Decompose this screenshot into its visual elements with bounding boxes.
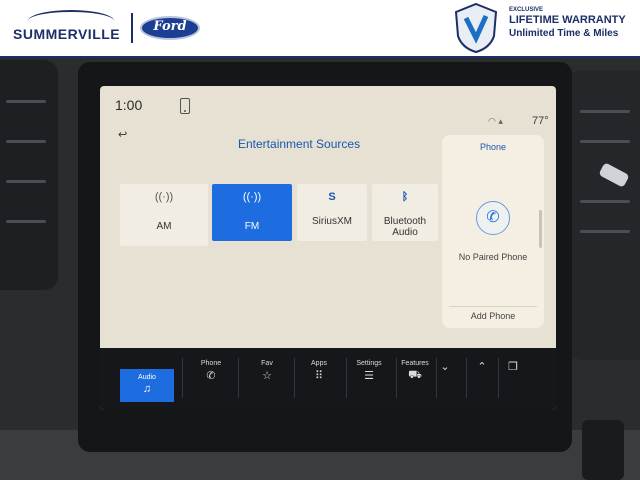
nav-label: Audio — [138, 374, 156, 381]
warranty-exclusive: EXCLUSIVE — [509, 7, 544, 13]
nav-expand[interactable]: ⌃ — [464, 356, 500, 402]
windows-icon: ❐ — [508, 361, 518, 373]
vent-slat — [6, 180, 46, 183]
scrollbar[interactable] — [539, 210, 542, 248]
status-time: 1:00 — [115, 97, 143, 113]
vent-slat — [580, 230, 630, 233]
bottom-nav: Audio ♫ Phone ✆ Fav ☆ Apps ⠿ Settings ☰ … — [100, 348, 556, 410]
star-icon: ☆ — [262, 370, 272, 382]
nav-windows[interactable]: ❐ — [498, 356, 528, 402]
page-title: Entertainment Sources — [238, 137, 361, 151]
source-am-button[interactable]: ((·)) AM — [120, 184, 208, 246]
nav-collapse[interactable]: ⌄ — [426, 356, 464, 402]
phone-icon[interactable]: ✆ — [476, 201, 510, 235]
vent-slat — [6, 220, 46, 223]
source-label: FM — [244, 221, 260, 232]
vent-slat — [6, 140, 46, 143]
vent-slat — [6, 100, 46, 103]
phone-icon: ✆ — [206, 370, 216, 382]
antenna-icon: ((·)) — [242, 191, 262, 203]
source-label: Bluetooth Audio — [383, 216, 427, 238]
infotainment-screen: 1:00 ◠ ▴ 77° ↩ Entertainment Sources ((·… — [100, 86, 556, 410]
source-label: SiriusXM — [311, 216, 352, 227]
chevron-down-icon: ⌄ — [440, 361, 450, 373]
bluetooth-icon: ᛒ — [401, 191, 409, 203]
dealer-name: SUMMERVILLE — [13, 26, 121, 42]
dashboard-button — [582, 420, 624, 480]
grid-icon: ⠿ — [314, 370, 324, 382]
nav-label: Phone — [200, 360, 222, 367]
source-bluetooth-button[interactable]: ᛒ Bluetooth Audio — [372, 184, 438, 241]
nav-divider — [238, 358, 239, 398]
vent-slat — [580, 110, 630, 113]
nav-divider — [182, 358, 183, 398]
music-note-icon: ♫ — [142, 383, 152, 395]
nav-label: Apps — [311, 360, 327, 367]
source-siriusxm-button[interactable]: S SiriusXM — [297, 184, 367, 241]
outside-temperature: 77° — [532, 115, 549, 127]
phone-status-text: No Paired Phone — [458, 252, 528, 262]
nav-label: Fav — [261, 360, 273, 367]
banner-divider — [131, 13, 133, 43]
vent-slat — [580, 140, 630, 143]
phone-panel: Phone ✆ No Paired Phone Add Phone — [442, 135, 544, 328]
phone-panel-title: Phone — [479, 142, 507, 152]
source-label: AM — [156, 221, 172, 232]
right-air-vent — [564, 70, 640, 360]
signal-icon: ▴ — [498, 116, 503, 126]
warranty-title: LIFETIME WARRANTY — [509, 14, 626, 26]
phone-status-icon[interactable] — [180, 98, 190, 114]
warranty-shield-icon — [454, 2, 498, 54]
nav-apps[interactable]: Apps ⠿ — [292, 356, 346, 402]
siriusxm-icon: S — [328, 191, 336, 203]
vent-slat — [580, 200, 630, 203]
nav-fav[interactable]: Fav ☆ — [240, 356, 294, 402]
wifi-icon: ◠ — [488, 116, 496, 126]
left-air-vent — [0, 60, 58, 290]
warranty-subtitle: Unlimited Time & Miles — [509, 28, 619, 39]
back-arrow-icon[interactable]: ↩ — [118, 128, 127, 141]
nav-audio[interactable]: Audio ♫ — [120, 369, 174, 402]
add-phone-button[interactable]: Add Phone — [449, 306, 537, 324]
ford-logo-text: Ford — [153, 19, 187, 34]
source-fm-button[interactable]: ((·)) FM — [212, 184, 292, 241]
connectivity-icons: ◠ ▴ — [488, 116, 503, 127]
dealer-banner: SUMMERVILLE Ford EXCLUSIVE LIFETIME WARR… — [0, 0, 640, 58]
antenna-icon: ((·)) — [154, 191, 174, 203]
chevron-up-icon: ⌃ — [477, 361, 487, 373]
nav-phone[interactable]: Phone ✆ — [184, 356, 238, 402]
